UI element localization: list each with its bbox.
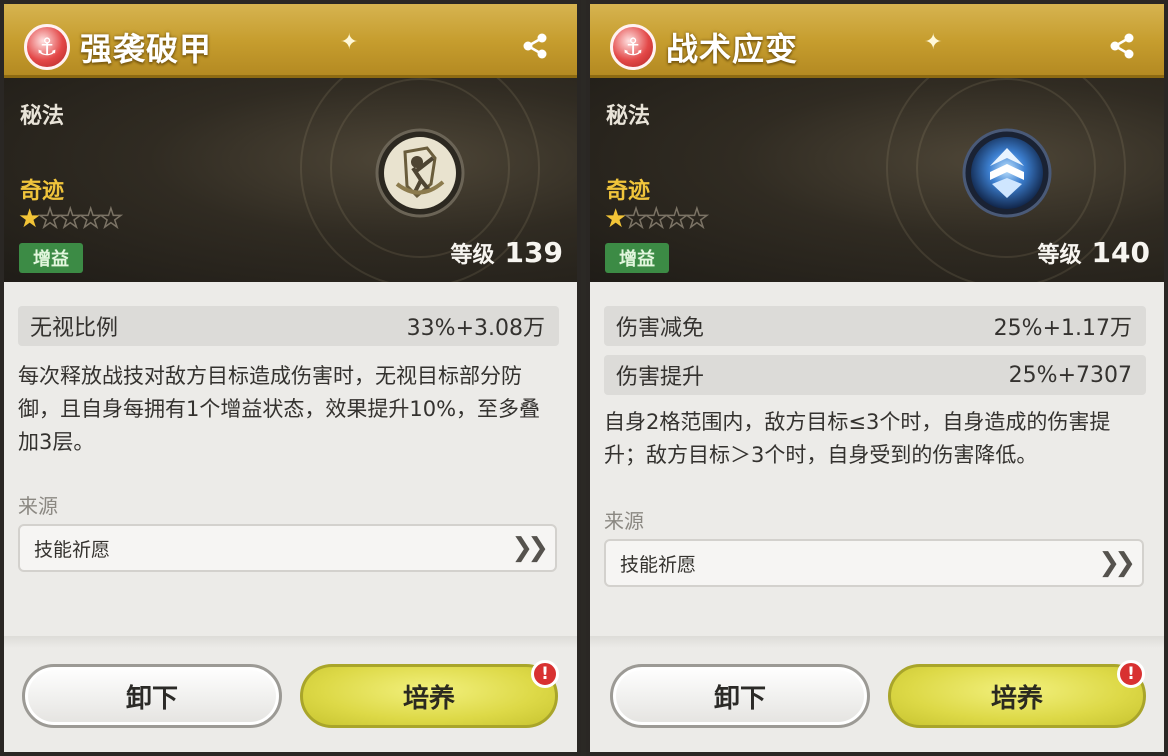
stat-row: 伤害提升 25%+7307 xyxy=(604,355,1146,395)
unequip-button[interactable]: 卸下 xyxy=(610,664,870,728)
stat-row: 无视比例 33%+3.08万 xyxy=(18,306,559,346)
level-label: 等级 xyxy=(450,243,495,268)
divider xyxy=(586,636,1168,648)
level-display: 等级 140 xyxy=(1038,236,1150,269)
divider xyxy=(0,636,581,648)
sparkle-decoration: ✦ xyxy=(340,30,359,55)
source-item-button[interactable]: 技能祈愿 ❯❯ xyxy=(604,539,1144,587)
stat-name: 伤害提升 xyxy=(616,365,705,390)
stat-name: 无视比例 xyxy=(30,316,119,341)
buff-tag: 增益 xyxy=(605,243,669,273)
skill-card-left: ✦ ⚓ 强袭破甲 秘法 奇迹 ★★★★★ 增益 等级 139 无视比例 33%+… xyxy=(0,0,584,756)
level-display: 等级 139 xyxy=(451,236,563,269)
unequip-button[interactable]: 卸下 xyxy=(22,664,282,728)
skill-category: 秘法 xyxy=(606,104,651,129)
star-empty-icon: ★ xyxy=(624,203,649,235)
stat-value: 25%+7307 xyxy=(1008,362,1132,388)
star-empty-icon: ★ xyxy=(644,203,669,235)
sparkle-decoration: ✦ xyxy=(924,30,943,55)
skill-hero-panel: 秘法 奇迹 ★★★★★ 增益 等级 140 xyxy=(586,78,1168,282)
alert-badge-icon: ! xyxy=(531,660,559,688)
double-chevron-right-icon: ❯❯ xyxy=(1098,548,1135,578)
star-rating: ★★★★★ xyxy=(18,203,123,235)
star-empty-icon: ★ xyxy=(58,203,83,235)
star-filled-icon: ★ xyxy=(18,204,41,234)
anchor-badge-icon: ⚓ xyxy=(610,24,656,70)
source-label: 来源 xyxy=(604,509,644,533)
stat-row: 伤害减免 25%+1.17万 xyxy=(604,306,1146,346)
level-value: 140 xyxy=(1091,236,1150,269)
buff-tag: 增益 xyxy=(19,243,83,273)
star-rating: ★★★★★ xyxy=(604,203,709,235)
skill-category: 秘法 xyxy=(20,104,65,129)
star-empty-icon: ★ xyxy=(98,203,123,235)
star-empty-icon: ★ xyxy=(664,203,689,235)
source-item-label: 技能祈愿 xyxy=(34,538,111,561)
title-bar: ✦ ⚓ 强袭破甲 xyxy=(0,0,581,78)
alert-badge-icon: ! xyxy=(1117,660,1145,688)
star-empty-icon: ★ xyxy=(38,203,63,235)
skill-rarity: 奇迹 xyxy=(20,179,65,204)
blue-chevron-emblem-icon xyxy=(962,128,1052,218)
skill-title: 强袭破甲 xyxy=(80,30,213,68)
skill-description: 每次释放战技对敌方目标造成伤害时，无视目标部分防御，且自身每拥有1个增益状态，效… xyxy=(18,364,541,454)
skill-title: 战术应变 xyxy=(666,30,799,68)
source-item-label: 技能祈愿 xyxy=(620,553,697,576)
star-empty-icon: ★ xyxy=(684,203,709,235)
skill-rarity: 奇迹 xyxy=(606,179,651,204)
double-chevron-right-icon: ❯❯ xyxy=(511,533,548,563)
skill-card-right: ✦ ⚓ 战术应变 秘法 奇迹 ★★★★★ 增益 等级 140 伤害减免 25%+… xyxy=(584,0,1168,756)
skill-hero-panel: 秘法 奇迹 ★★★★★ 增益 等级 139 xyxy=(0,78,581,282)
star-filled-icon: ★ xyxy=(604,204,627,234)
share-icon[interactable] xyxy=(1108,32,1136,60)
train-button[interactable]: 培养 xyxy=(888,664,1146,728)
stat-value: 25%+1.17万 xyxy=(993,316,1132,341)
skill-description: 自身2格范围内，敌方目标≤3个时，自身造成的伤害提升；敌方目标＞3个时，自身受到… xyxy=(604,410,1111,467)
title-bar: ✦ ⚓ 战术应变 xyxy=(586,0,1168,78)
anchor-badge-icon: ⚓ xyxy=(24,24,70,70)
shield-sword-icon xyxy=(375,128,465,218)
stat-value: 33%+3.08万 xyxy=(406,316,545,341)
stat-name: 伤害减免 xyxy=(616,316,705,341)
train-button[interactable]: 培养 xyxy=(300,664,558,728)
source-label: 来源 xyxy=(18,494,58,518)
source-item-button[interactable]: 技能祈愿 ❯❯ xyxy=(18,524,557,572)
star-empty-icon: ★ xyxy=(78,203,103,235)
level-label: 等级 xyxy=(1037,243,1082,268)
level-value: 139 xyxy=(504,236,563,269)
share-icon[interactable] xyxy=(521,32,549,60)
